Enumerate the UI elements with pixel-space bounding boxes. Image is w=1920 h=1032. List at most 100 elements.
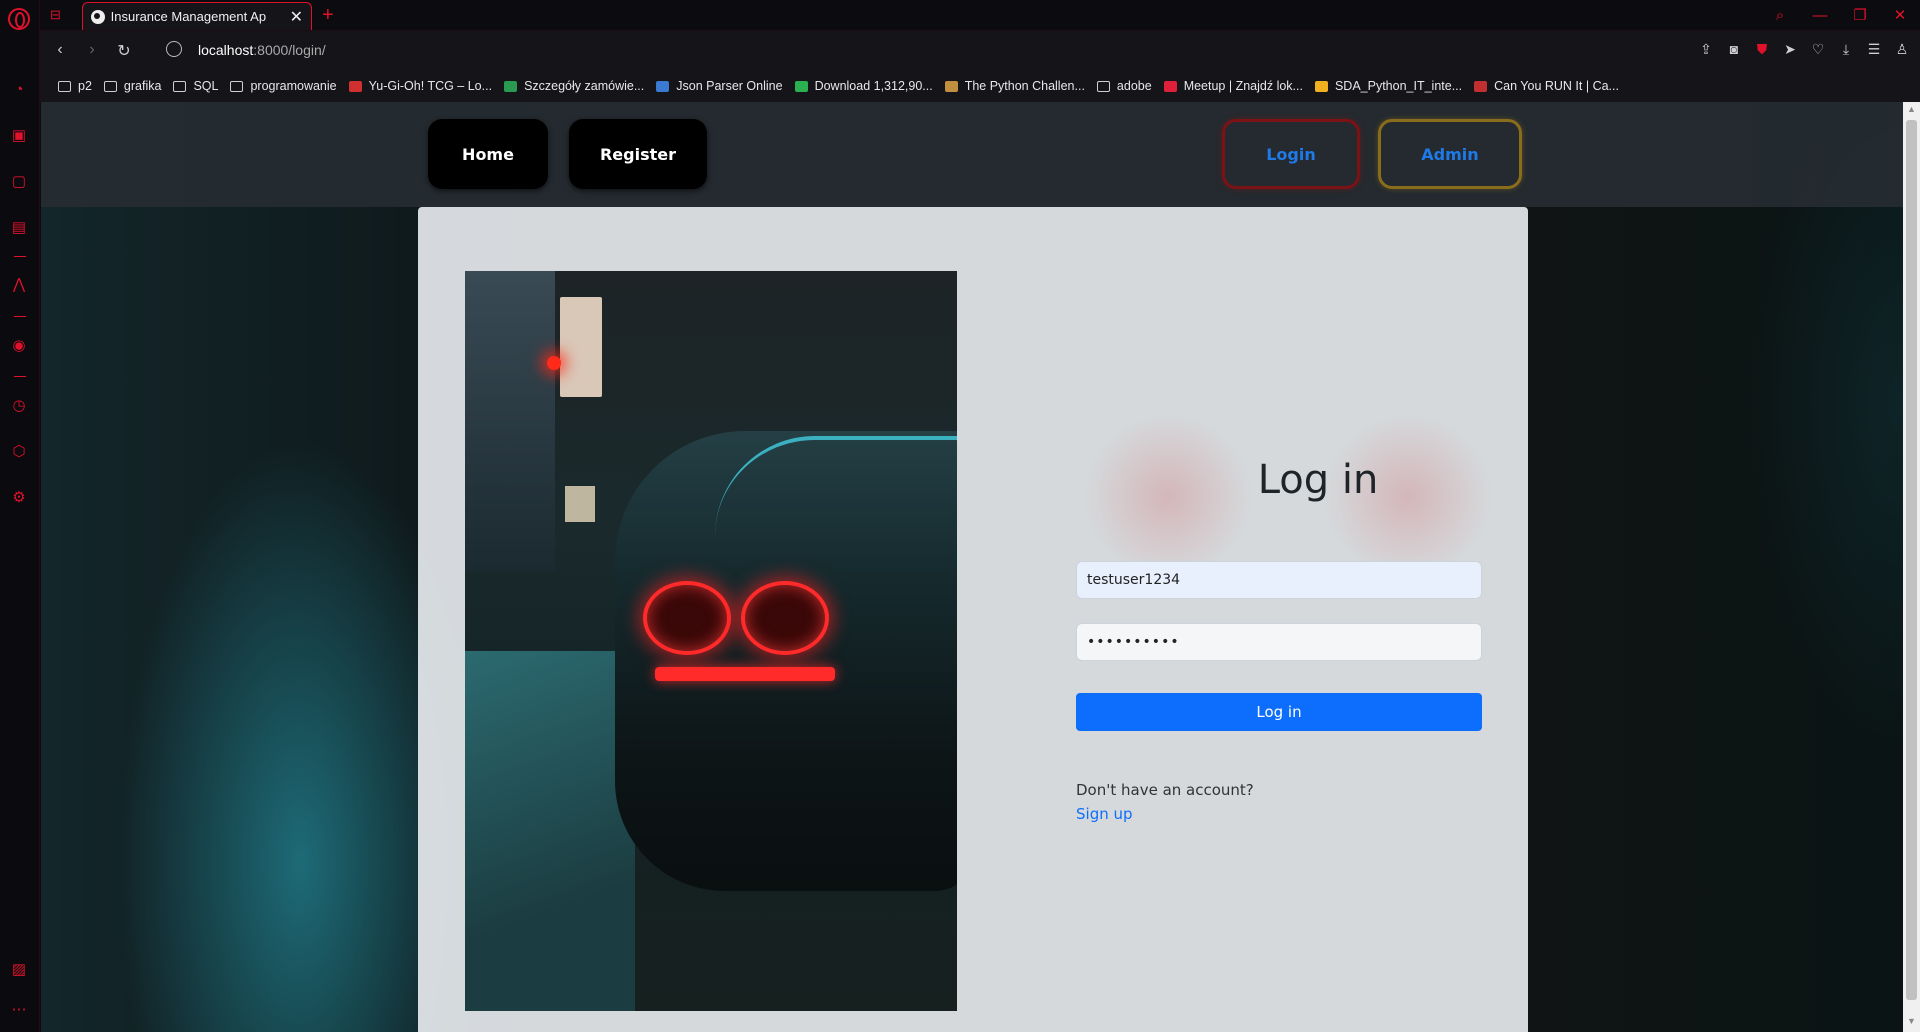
folder-icon — [58, 80, 71, 92]
url-field[interactable]: localhost:8000/login/ — [198, 42, 326, 58]
forward-icon[interactable]: › — [82, 41, 102, 59]
bookmark-item[interactable]: SDA_Python_IT_inte... — [1314, 79, 1463, 93]
username-input[interactable]: testuser1234 — [1076, 561, 1482, 599]
gx-control-icon[interactable]: ▤ — [9, 218, 29, 238]
tab-title: Insurance Management Ap — [110, 9, 267, 24]
bookmark-label: programowanie — [250, 79, 337, 93]
login-button[interactable]: Login — [1222, 119, 1360, 189]
more-icon[interactable]: ⋯ — [9, 1000, 29, 1020]
bookmark-label: grafika — [123, 79, 162, 93]
wallpaper-icon[interactable]: ▨ — [9, 960, 29, 980]
folder-icon — [230, 80, 244, 92]
scroll-up-icon[interactable]: ▲ — [1903, 104, 1920, 118]
reload-icon[interactable]: ↻ — [114, 41, 134, 61]
bookmark-label: Can You RUN It | Ca... — [1494, 79, 1619, 93]
adblock-shield-icon[interactable]: ⛊ — [1754, 41, 1770, 58]
twitch-icon[interactable]: ▢ — [9, 172, 29, 192]
bookmark-item[interactable]: Download 1,312,90... — [794, 79, 933, 93]
new-tab-icon[interactable]: + — [322, 4, 334, 27]
bookmark-item[interactable]: adobe — [1096, 79, 1152, 93]
site-info-icon[interactable] — [166, 41, 182, 57]
close-tab-icon[interactable]: ✕ — [290, 7, 303, 27]
gx-corner-icon[interactable]: ⋀ — [9, 275, 29, 295]
page-viewport: Home Register Login Admin Log in testuse… — [41, 102, 1903, 1032]
no-account-text: Don't have an account? — [1076, 781, 1254, 799]
player-icon[interactable]: ◉ — [9, 336, 29, 356]
search-icon[interactable]: ⌕ — [1760, 7, 1800, 24]
shopping-bag-icon[interactable]: ▣ — [9, 126, 29, 146]
admin-button[interactable]: Admin — [1378, 119, 1522, 189]
login-submit-button[interactable]: Log in — [1076, 693, 1482, 731]
register-button[interactable]: Register — [569, 119, 707, 189]
globe-favicon-icon — [91, 9, 105, 24]
bookmark-item[interactable]: Json Parser Online — [656, 79, 783, 93]
tab-bar: ⊟ Insurance Management Ap ✕ + ⌕ — ❐ ✕ — [40, 0, 1920, 30]
bookmark-item[interactable]: p2 — [58, 79, 92, 93]
bookmark-favicon-icon — [656, 80, 670, 92]
camera-icon[interactable]: ◙ — [1726, 41, 1742, 58]
share-icon[interactable]: ⇪ — [1698, 41, 1714, 58]
bookmark-label: SQL — [193, 79, 219, 93]
back-icon[interactable]: ‹ — [50, 41, 70, 59]
bookmark-item[interactable]: SQL — [173, 79, 218, 93]
bookmark-label: adobe — [1116, 79, 1152, 93]
signup-link[interactable]: Sign up — [1076, 805, 1133, 823]
bookmark-favicon-icon — [794, 80, 808, 92]
bookmark-favicon-icon — [1163, 80, 1177, 92]
bookmark-favicon-icon — [1474, 80, 1488, 92]
bookmark-label: Yu-Gi-Oh! TCG – Lo... — [368, 79, 493, 93]
bookmark-item[interactable]: Meetup | Znajdź lok... — [1163, 79, 1303, 93]
sidebar-divider — [14, 376, 26, 377]
minimize-icon[interactable]: — — [1800, 7, 1840, 24]
login-card: Log in testuser1234 •••••••••• Log in Do… — [418, 207, 1678, 1032]
car-photo — [465, 271, 957, 1011]
bookmark-label: Json Parser Online — [676, 79, 783, 93]
download-icon[interactable]: ⤓ — [1838, 41, 1854, 58]
opera-logo-icon[interactable] — [8, 8, 30, 30]
sidebar-divider — [14, 316, 26, 317]
folder-icon — [1096, 80, 1110, 92]
bookmark-item[interactable]: The Python Challen... — [944, 79, 1085, 93]
bookmark-item[interactable]: Szczegóły zamówie... — [504, 79, 644, 93]
address-bar: ‹ › ↻ localhost:8000/login/ ⇪ ◙ ⛊ ➤ ♡ ⤓ … — [40, 30, 1920, 70]
url-host: localhost — [198, 42, 254, 58]
restore-icon[interactable]: ❐ — [1840, 6, 1880, 24]
bookmark-label: Download 1,312,90... — [814, 79, 933, 93]
bookmark-label: p2 — [78, 79, 92, 93]
extensions-icon[interactable]: ⬡ — [9, 442, 29, 462]
bookmark-item[interactable]: Can You RUN It | Ca... — [1474, 79, 1619, 93]
page-scrollbar[interactable]: ▲ ▼ — [1903, 102, 1920, 1032]
bookmark-label: Meetup | Znajdź lok... — [1183, 79, 1303, 93]
url-path: :8000/login/ — [253, 42, 326, 58]
bookmark-item[interactable]: Yu-Gi-Oh! TCG – Lo... — [348, 79, 493, 93]
browser-sidebar: ◔ ▣ ▢ ▤ ⋀ ◉ ◷ ⬡ ⚙ ▨ ⋯ — [0, 0, 40, 1032]
bookmark-favicon-icon — [504, 80, 518, 92]
folder-icon — [103, 80, 117, 92]
scroll-thumb[interactable] — [1906, 120, 1917, 1000]
settings-icon[interactable]: ⚙ — [9, 488, 29, 508]
bookmark-item[interactable]: programowanie — [230, 79, 337, 93]
history-icon[interactable]: ◷ — [9, 396, 29, 416]
bookmark-favicon-icon — [348, 80, 362, 92]
bookmark-label: Szczegóły zamówie... — [524, 79, 645, 93]
bookmark-favicon-icon — [1314, 80, 1328, 92]
speed-dial-icon[interactable]: ◔ — [9, 80, 29, 100]
sidebar-divider — [14, 256, 26, 257]
heart-icon[interactable]: ♡ — [1810, 41, 1826, 58]
toolbar-icons: ⇪ ◙ ⛊ ➤ ♡ ⤓ ☰ ♙ — [1698, 41, 1910, 58]
close-window-icon[interactable]: ✕ — [1880, 6, 1920, 24]
menu-icon[interactable]: ☰ — [1866, 41, 1882, 58]
bookmark-label: SDA_Python_IT_inte... — [1334, 79, 1463, 93]
scroll-down-icon[interactable]: ▼ — [1903, 1016, 1920, 1030]
send-icon[interactable]: ➤ — [1782, 41, 1798, 58]
bookmark-label: The Python Challen... — [964, 79, 1085, 93]
password-input[interactable]: •••••••••• — [1076, 623, 1482, 661]
login-title: Log in — [1257, 457, 1379, 503]
tab-active[interactable]: Insurance Management Ap ✕ — [82, 2, 312, 30]
bookmark-item[interactable]: grafika — [103, 79, 162, 93]
profile-icon[interactable]: ♙ — [1894, 41, 1910, 58]
gamepad-icon[interactable]: ⊟ — [50, 7, 66, 22]
home-button[interactable]: Home — [428, 119, 548, 189]
site-navbar: Home Register Login Admin — [41, 102, 1903, 207]
bookmark-favicon-icon — [944, 80, 958, 92]
